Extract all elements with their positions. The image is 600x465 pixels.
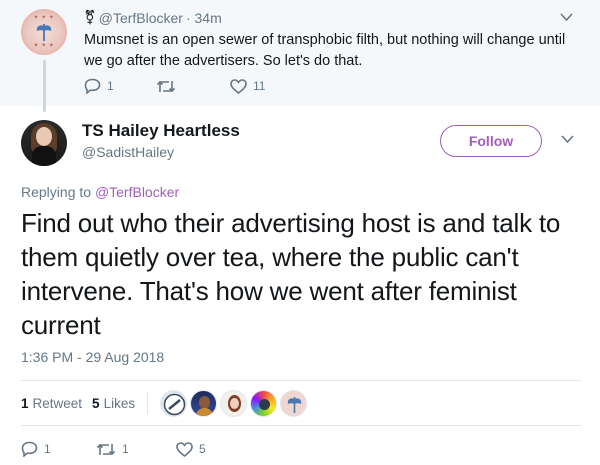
parent-tweet[interactable]: ✦ ✦ ✦ ✦ ✦ ✦ ⚧ @TerfBlocker · 34m Mumsnet…: [0, 0, 600, 112]
replying-to-line: Replying to @TerfBlocker: [21, 184, 179, 200]
avatar-seal-text-bottom: ✦ ✦ ✦: [33, 43, 55, 49]
parent-time[interactable]: · 34m: [186, 10, 222, 26]
liker-avatar[interactable]: [160, 389, 188, 417]
liker-avatar[interactable]: [190, 389, 218, 417]
retweets-stat[interactable]: 1 Retweet: [21, 396, 82, 411]
replying-prefix: Replying to: [21, 184, 92, 200]
like-count: 5: [199, 442, 206, 456]
retweet-button[interactable]: 1: [96, 442, 176, 457]
parent-reply-count: 1: [107, 79, 114, 93]
divider: [21, 380, 581, 381]
avatar-seal-text-top: ✦ ✦ ✦: [33, 15, 55, 21]
retweet-icon: [156, 80, 176, 92]
thread-connector-line: [43, 60, 46, 112]
author-avatar[interactable]: [21, 120, 67, 166]
retweet-icon: [96, 443, 116, 455]
stats-separator: [147, 392, 149, 414]
likes-stat[interactable]: 5 Likes: [92, 396, 135, 411]
retweets-stat-count: 1: [21, 395, 29, 411]
tweet-actions: 1 1 5: [21, 441, 206, 457]
retweets-stat-label: Retweet: [32, 395, 83, 411]
like-button[interactable]: 5: [176, 441, 206, 457]
replying-to-mention[interactable]: @TerfBlocker: [95, 184, 179, 200]
divider: [21, 425, 581, 426]
labrys-icon: [36, 24, 52, 41]
chevron-down-icon[interactable]: [560, 10, 573, 25]
author-display-name[interactable]: TS Hailey Heartless: [82, 121, 240, 141]
liker-avatar[interactable]: [250, 389, 278, 417]
parent-like-count: 11: [253, 79, 266, 93]
parent-tweet-header: ⚧ @TerfBlocker · 34m: [84, 9, 222, 26]
parent-tweet-actions: 1 11: [84, 78, 265, 94]
likes-stat-label: Likes: [103, 395, 136, 411]
avatar-face: [36, 127, 52, 146]
tweet-timestamp[interactable]: 1:36 PM - 29 Aug 2018: [21, 349, 164, 365]
reply-icon: [21, 441, 38, 457]
liker-avatar[interactable]: [220, 389, 248, 417]
likes-stat-count: 5: [92, 395, 100, 411]
parent-reply-button[interactable]: 1: [84, 78, 156, 94]
parent-retweet-button[interactable]: [156, 79, 230, 94]
follow-button[interactable]: Follow: [440, 125, 542, 157]
retweet-count: 1: [122, 442, 129, 456]
parent-like-button[interactable]: 11: [230, 78, 266, 94]
like-heart-icon: [230, 78, 247, 94]
tweet-text: Find out who their advertising host is a…: [21, 208, 561, 340]
reply-button[interactable]: 1: [21, 441, 96, 457]
liker-avatar[interactable]: [280, 389, 308, 417]
parent-author-handle[interactable]: @TerfBlocker: [99, 10, 183, 26]
liker-avatar-graphic: [287, 396, 302, 413]
engagement-stats: 1 Retweet 5 Likes: [21, 383, 310, 423]
reply-count: 1: [44, 442, 51, 456]
liker-avatar-graphic: [163, 393, 186, 415]
author-handle[interactable]: @SadistHailey: [82, 144, 174, 160]
parent-avatar[interactable]: ✦ ✦ ✦ ✦ ✦ ✦: [21, 9, 67, 55]
reply-icon: [84, 78, 101, 94]
chevron-down-icon[interactable]: [561, 132, 574, 147]
parent-tweet-text: Mumsnet is an open sewer of transphobic …: [84, 32, 566, 69]
like-heart-icon: [176, 441, 193, 457]
avatar-body: [32, 146, 56, 166]
liker-avatars: [160, 389, 310, 417]
transgender-symbol-icon: ⚧: [84, 9, 96, 25]
